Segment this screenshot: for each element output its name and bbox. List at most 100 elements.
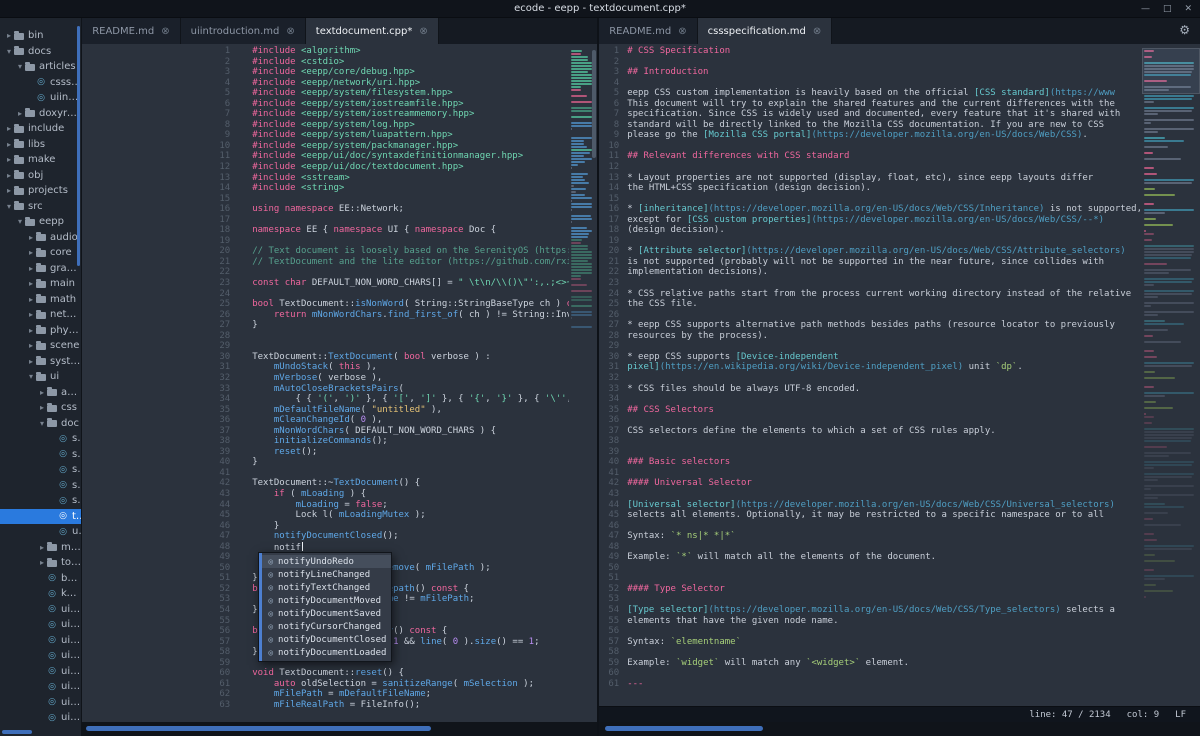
tree-file-cssspecification.md[interactable]: ◎cssspecification.md: [0, 75, 81, 91]
tree-folder-ui[interactable]: ▾ui: [0, 369, 81, 385]
tree-folder-bin[interactable]: ▸bin: [0, 28, 81, 44]
right-horizontal-scrollbar[interactable]: [605, 726, 763, 731]
left-horizontal-scroll-track[interactable]: [82, 722, 597, 736]
tree-folder-physics[interactable]: ▸physics: [0, 323, 81, 339]
settings-gear-icon[interactable]: ⚙: [1179, 23, 1190, 37]
tree-file-uiborderdrawable.cpp[interactable]: ◎uiborderdrawable.cpp: [0, 617, 81, 633]
code-line: 59Example: `widget` will match any `<wid…: [599, 658, 1142, 669]
tree-file-textdocument.cpp[interactable]: ◎textdocument.cpp: [0, 509, 81, 525]
autocomplete-item-notifyTextChanged[interactable]: ◎notifyTextChanged: [259, 581, 391, 594]
tab-label: README.md: [92, 26, 154, 37]
folder-icon: [14, 188, 24, 195]
tree-folder-css[interactable]: ▸css: [0, 400, 81, 416]
tree-item-label: uiborderdrawable.cpp: [61, 619, 81, 630]
tree-folder-graphics[interactable]: ▸graphics: [0, 261, 81, 277]
chevron-right-icon: ▸: [37, 388, 47, 397]
tree-file-border.cpp[interactable]: ◎border.cpp: [0, 571, 81, 587]
line-number: 3: [82, 67, 230, 78]
tab-uiintroduction-md[interactable]: uiintroduction.md⊗: [181, 18, 306, 44]
tab-label: cssspecification.md: [708, 26, 806, 37]
tree-folder-math[interactable]: ▸math: [0, 292, 81, 308]
right-code-editor[interactable]: 1# CSS Specification23## Introduction45e…: [599, 44, 1200, 706]
code-line: 14#include <string>: [82, 183, 569, 194]
tree-folder-include[interactable]: ▸include: [0, 121, 81, 137]
code-line: 63 mFileRealPath = FileInfo();: [82, 700, 569, 711]
tab-close-icon[interactable]: ⊗: [286, 26, 294, 37]
tree-file-syntaxtokenizer.cpp[interactable]: ◎syntaxtokenizer.cpp: [0, 493, 81, 509]
folder-icon: [14, 48, 24, 55]
tab-cssspecification-md[interactable]: cssspecification.md ⊗: [698, 18, 833, 44]
line-number: 32: [82, 373, 230, 384]
maximize-button[interactable]: □: [1163, 4, 1172, 14]
tab-close-icon[interactable]: ⊗: [419, 26, 427, 37]
tree-file-keyboardshortcut.cpp[interactable]: ◎keyboardshortcut.cpp: [0, 586, 81, 602]
code-line: 27}: [82, 320, 569, 331]
minimap-viewport[interactable]: [1142, 48, 1200, 94]
right-minimap[interactable]: [1144, 48, 1198, 706]
method-icon: ◎: [268, 635, 273, 644]
tree-file-uicodeeditor.cpp[interactable]: ◎uicodeeditor.cpp: [0, 664, 81, 680]
sidebar-vertical-scrollbar[interactable]: [77, 26, 80, 266]
tree-folder-projects[interactable]: ▸projects: [0, 183, 81, 199]
tree-file-uidropdownlist.cpp[interactable]: ◎uidropdownlist.cpp: [0, 710, 81, 726]
tree-file-uiconsole.cpp[interactable]: ◎uiconsole.cpp: [0, 695, 81, 711]
tree-file-syntaxdefinitionmanager.cpp[interactable]: ◎syntaxdefinitionmanager.cpp: [0, 462, 81, 478]
tree-file-uibackgrounddrawable.cpp[interactable]: ◎uibackgrounddrawable.cpp: [0, 602, 81, 618]
autocomplete-item-notifyDocumentSaved[interactable]: ◎notifyDocumentSaved: [259, 607, 391, 620]
tree-folder-eepp[interactable]: ▾eepp: [0, 214, 81, 230]
tree-file-uiclip.cpp[interactable]: ◎uiclip.cpp: [0, 648, 81, 664]
tab-readme-md[interactable]: README.md ⊗: [82, 18, 180, 44]
line-number: 7: [599, 109, 619, 120]
tree-folder-abstract[interactable]: ▸abstract: [0, 385, 81, 401]
tree-file-syntaxcolorscheme.cpp[interactable]: ◎syntaxcolorscheme.cpp: [0, 431, 81, 447]
autocomplete-item-notifyDocumentMoved[interactable]: ◎notifyDocumentMoved: [259, 594, 391, 607]
autocomplete-item-notifyDocumentClosed[interactable]: ◎notifyDocumentClosed: [259, 633, 391, 646]
tree-folder-docs[interactable]: ▾docs: [0, 44, 81, 60]
line-number: 58: [82, 647, 230, 658]
close-button[interactable]: ✕: [1184, 4, 1192, 14]
tree-folder-src[interactable]: ▾src: [0, 199, 81, 215]
right-horizontal-scroll-track[interactable]: [599, 722, 1200, 736]
minimize-button[interactable]: —: [1141, 4, 1150, 14]
tree-folder-make[interactable]: ▸make: [0, 152, 81, 168]
line-number: 16: [82, 204, 230, 215]
tree-folder-doc[interactable]: ▾doc: [0, 416, 81, 432]
tree-folder-obj[interactable]: ▸obj: [0, 168, 81, 184]
status-column-indicator: col: 9: [1127, 710, 1160, 720]
autocomplete-item-notifyUndoRedo[interactable]: ◎notifyUndoRedo: [259, 555, 391, 568]
tree-file-uicheckbox.cpp[interactable]: ◎uicheckbox.cpp: [0, 633, 81, 649]
tree-item-label: css: [61, 402, 81, 413]
tab-close-icon[interactable]: ⊗: [813, 26, 821, 37]
tree-folder-system[interactable]: ▸system: [0, 354, 81, 370]
tree-folder-scene[interactable]: ▸scene: [0, 338, 81, 354]
tree-folder-core[interactable]: ▸core: [0, 245, 81, 261]
tree-folder-doxyrest[interactable]: ▸doxyrest: [0, 106, 81, 122]
tree-folder-audio[interactable]: ▸audio: [0, 230, 81, 246]
status-eol-indicator: LF: [1175, 710, 1186, 720]
file-tree[interactable]: ▸bin▾docs▾articles◎cssspecification.md◎u…: [0, 18, 81, 726]
tree-file-uicombobox.cpp[interactable]: ◎uicombobox.cpp: [0, 679, 81, 695]
tree-folder-main[interactable]: ▸main: [0, 276, 81, 292]
line-number: 47: [82, 531, 230, 542]
line-number: 48: [599, 542, 619, 553]
code-line: 45 Lock l( mLoadingMutex );: [82, 510, 569, 521]
tree-folder-tools[interactable]: ▸tools: [0, 555, 81, 571]
autocomplete-item-notifyCursorChanged[interactable]: ◎notifyCursorChanged: [259, 620, 391, 633]
tree-file-syntaxdefinition.cpp[interactable]: ◎syntaxdefinition.cpp: [0, 447, 81, 463]
tree-folder-articles[interactable]: ▾articles: [0, 59, 81, 75]
tab-close-icon[interactable]: ⊗: [678, 26, 686, 37]
tree-file-syntaxhighlighter.cpp[interactable]: ◎syntaxhighlighter.cpp: [0, 478, 81, 494]
tree-folder-libs[interactable]: ▸libs: [0, 137, 81, 153]
left-vertical-scrollbar[interactable]: [592, 50, 596, 158]
autocomplete-item-notifyDocumentLoaded[interactable]: ◎notifyDocumentLoaded: [259, 646, 391, 659]
sidebar-horizontal-scrollbar[interactable]: [2, 730, 32, 734]
tab-readme-md[interactable]: README.md⊗: [599, 18, 697, 44]
tree-folder-network[interactable]: ▸network: [0, 307, 81, 323]
tab-textdocument-cpp-[interactable]: textdocument.cpp*⊗: [306, 18, 439, 44]
autocomplete-item-notifyLineChanged[interactable]: ◎notifyLineChanged: [259, 568, 391, 581]
tree-folder-models[interactable]: ▸models: [0, 540, 81, 556]
tree-file-uiintroduction.md[interactable]: ◎uiintroduction.md: [0, 90, 81, 106]
left-horizontal-scrollbar[interactable]: [86, 726, 431, 731]
tab-close-icon[interactable]: ⊗: [161, 26, 169, 37]
tree-file-undostack.cpp[interactable]: ◎undostack.cpp: [0, 524, 81, 540]
